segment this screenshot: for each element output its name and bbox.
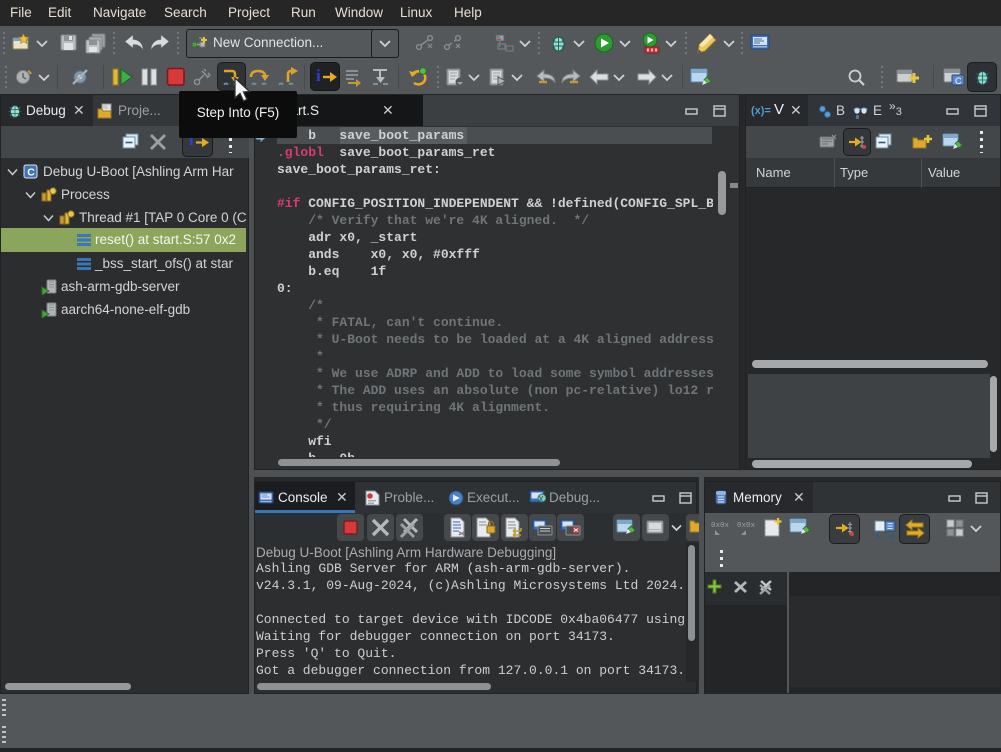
svg-text:0x0x: 0x0x: [737, 522, 756, 530]
svg-text:0x0x: 0x0x: [711, 522, 730, 530]
svg-text:C: C: [27, 167, 35, 179]
svg-text:C: C: [955, 76, 962, 86]
